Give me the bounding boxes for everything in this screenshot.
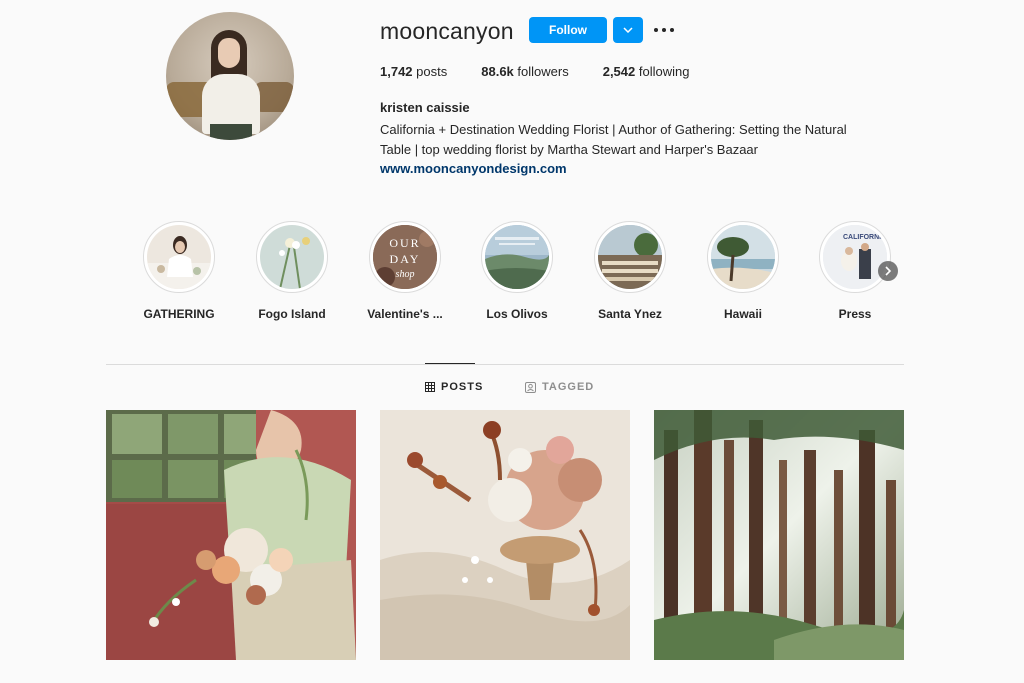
tab-tagged[interactable]: TAGGED: [525, 381, 594, 393]
active-tab-indicator: [425, 363, 475, 364]
bio-line: Table | top wedding florist by Martha St…: [380, 142, 758, 157]
post-thumbnail[interactable]: [106, 410, 356, 660]
highlight-label: GATHERING: [143, 307, 215, 321]
highlight-label: Fogo Island: [258, 307, 326, 321]
highlight-label: Santa Ynez: [598, 307, 662, 321]
highlight-valentines[interactable]: OUR DAY shop Valentine's ...: [360, 221, 450, 321]
highlights-next-button[interactable]: [878, 261, 898, 281]
grid-icon: [425, 382, 435, 392]
svg-text:OUR: OUR: [389, 236, 420, 250]
tag-icon: [525, 381, 536, 393]
profile-stats: 1,742 posts 88.6k followers 2,542 follow…: [380, 64, 723, 79]
svg-text:CALIFORNIA: CALIFORNIA: [843, 234, 886, 241]
highlight-santa-ynez[interactable]: Santa Ynez: [585, 221, 675, 321]
profile-avatar[interactable]: [166, 12, 294, 140]
profile-website-link[interactable]: www.mooncanyondesign.com: [380, 161, 567, 176]
highlight-los-olivos[interactable]: Los Olivos: [472, 221, 562, 321]
profile-username: mooncanyon: [380, 18, 514, 44]
chevron-right-icon: [885, 266, 892, 276]
post-thumbnail[interactable]: [654, 410, 904, 660]
post-thumbnail[interactable]: [380, 410, 630, 660]
suggested-dropdown-button[interactable]: [613, 17, 643, 43]
profile-full-name: kristen caissie: [380, 100, 470, 115]
highlight-gathering[interactable]: GATHERING: [134, 221, 224, 321]
follow-button[interactable]: Follow: [529, 17, 607, 43]
highlight-hawaii[interactable]: Hawaii: [698, 221, 788, 321]
more-options-button[interactable]: [652, 17, 676, 43]
tabs-divider: [106, 364, 904, 365]
posts-count: 1,742 posts: [380, 64, 448, 79]
story-highlights: GATHERING Fogo Island OUR DAY shop Valenti…: [0, 221, 1024, 321]
profile-bio: California + Destination Wedding Florist…: [380, 120, 890, 160]
highlight-label: Los Olivos: [486, 307, 548, 321]
tab-posts-label: POSTS: [441, 381, 484, 393]
following-link[interactable]: 2,542 following: [603, 64, 690, 79]
tab-tagged-label: TAGGED: [542, 381, 595, 393]
highlight-fogo-island[interactable]: Fogo Island: [247, 221, 337, 321]
tab-posts[interactable]: POSTS: [425, 381, 483, 393]
highlight-label: Hawaii: [723, 307, 762, 321]
more-options-icon: [654, 28, 674, 32]
highlight-label: Valentine's ...: [367, 307, 443, 321]
svg-text:DAY: DAY: [390, 252, 421, 266]
bio-line: California + Destination Wedding Florist…: [380, 122, 847, 137]
chevron-down-icon: [623, 27, 633, 33]
svg-text:shop: shop: [396, 269, 415, 280]
highlight-label: Press: [838, 307, 872, 321]
followers-link[interactable]: 88.6k followers: [481, 64, 568, 79]
